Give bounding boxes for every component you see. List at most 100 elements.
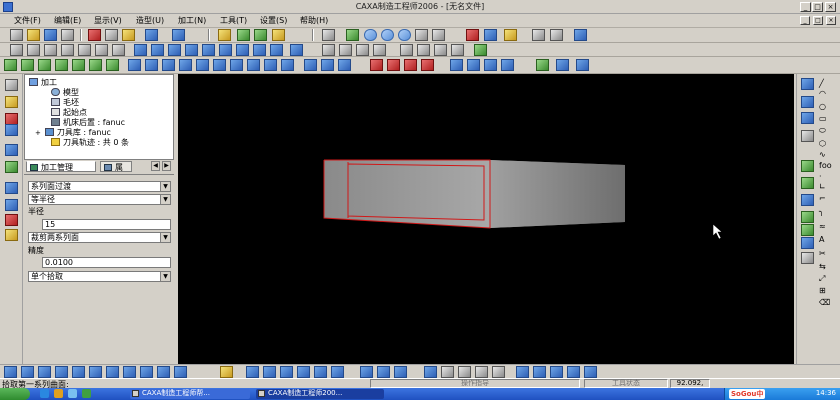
ie-quicklaunch-icon[interactable] <box>40 389 49 398</box>
conic-icon[interactable] <box>151 44 164 56</box>
toolpath-icon[interactable] <box>5 199 18 211</box>
media-quicklaunch-icon[interactable] <box>82 389 91 398</box>
simulation-icon[interactable] <box>5 214 18 226</box>
trajectory-join-icon[interactable] <box>801 211 814 223</box>
tab-machining-manager[interactable]: 加工管理 <box>26 161 96 172</box>
wireframe-icon[interactable] <box>484 29 497 41</box>
view-side-icon[interactable] <box>434 44 447 56</box>
properties-icon[interactable] <box>532 29 545 41</box>
menu-file[interactable]: 文件(F) <box>12 15 43 26</box>
edit-tool-8-icon[interactable] <box>492 366 505 378</box>
minimize-button[interactable]: _ <box>800 2 811 12</box>
mirror-tool-icon[interactable]: ⇆ <box>819 262 826 271</box>
ellipse-tool-icon[interactable]: ⬭ <box>819 126 826 136</box>
formula-tool-label[interactable]: foo <box>819 161 832 170</box>
select-arrow-icon[interactable] <box>5 79 18 91</box>
fillet-tool-icon[interactable]: ╮ <box>819 207 824 216</box>
display-window-icon[interactable] <box>322 29 335 41</box>
chamfer-icon[interactable] <box>290 44 303 56</box>
hook-tool-icon[interactable]: ⌐ <box>819 194 826 203</box>
surface-blend-icon[interactable] <box>264 59 277 71</box>
pick-mode-select[interactable]: 单个拾取 ▼ <box>28 271 171 282</box>
zoom-window-icon[interactable] <box>364 29 377 41</box>
mdi-close-button[interactable]: × <box>826 16 836 25</box>
light-icon[interactable] <box>218 29 231 41</box>
model-side-face[interactable] <box>490 160 625 228</box>
extrude-surface-icon[interactable] <box>4 59 17 71</box>
folder-quicklaunch-icon[interactable] <box>54 389 63 398</box>
orthogonal-icon[interactable] <box>373 44 386 56</box>
arc-tool-icon[interactable]: ◠ <box>819 89 826 98</box>
arc-icon[interactable] <box>44 44 57 56</box>
render-icon[interactable] <box>504 29 517 41</box>
point-tool-icon[interactable]: · <box>819 172 822 181</box>
close-button[interactable]: × <box>825 2 836 12</box>
menu-help[interactable]: 帮助(H) <box>298 15 330 26</box>
surface-tool-1-icon[interactable] <box>4 366 17 378</box>
boundary-surface-icon[interactable] <box>89 59 102 71</box>
edit-tool-11-icon[interactable] <box>550 366 563 378</box>
surface-uv-icon[interactable] <box>450 59 463 71</box>
equidistance-icon[interactable] <box>168 44 181 56</box>
tree-item-toolpaths[interactable]: 刀具轨迹 : 共 0 条 <box>51 137 129 148</box>
tab-properties[interactable]: 属 <box>100 161 132 172</box>
3d-viewport[interactable] <box>178 74 794 364</box>
copy-icon[interactable] <box>105 29 118 41</box>
edit-tool-1-icon[interactable] <box>360 366 373 378</box>
view-iso-icon[interactable] <box>451 44 464 56</box>
undo-icon[interactable] <box>145 29 158 41</box>
surface-tool-7-icon[interactable] <box>106 366 119 378</box>
surface-reverse-icon[interactable] <box>281 59 294 71</box>
grid-icon[interactable] <box>339 44 352 56</box>
zoom-in-icon[interactable] <box>381 29 394 41</box>
offset-surface-icon[interactable] <box>106 59 119 71</box>
rotate-icon[interactable] <box>432 29 445 41</box>
surface-overlap-icon[interactable] <box>230 59 243 71</box>
surface-tool-11-icon[interactable] <box>174 366 187 378</box>
drilling-icon[interactable] <box>801 130 814 142</box>
taskbar-item-caxa[interactable]: CAXA制造工程师200... <box>256 389 384 399</box>
post-process-icon[interactable] <box>5 229 18 241</box>
offset-tool-icon[interactable]: ≈ <box>819 222 826 231</box>
redo-icon[interactable] <box>172 29 185 41</box>
edge-curve-icon[interactable] <box>556 59 569 71</box>
edit-tool-10-icon[interactable] <box>533 366 546 378</box>
radius-input[interactable]: 15 <box>42 219 171 230</box>
panel-icon[interactable] <box>5 124 18 136</box>
trim-icon[interactable] <box>219 44 232 56</box>
delete-tool-icon[interactable]: ⌫ <box>819 298 830 307</box>
trajectory-copy-icon[interactable] <box>801 224 814 236</box>
surface-tool-8-icon[interactable] <box>123 366 136 378</box>
menu-settings[interactable]: 设置(S) <box>258 15 289 26</box>
mesh-surface-icon[interactable] <box>72 59 85 71</box>
shading-icon[interactable] <box>466 29 479 41</box>
color-icon[interactable] <box>272 29 285 41</box>
chevron-down-icon[interactable]: ▼ <box>160 272 170 281</box>
ime-indicator[interactable]: SoGou中 <box>729 389 766 399</box>
circle-icon[interactable] <box>61 44 74 56</box>
feature-icon[interactable] <box>5 144 18 156</box>
finishing-icon[interactable] <box>801 112 814 124</box>
new-file-icon[interactable] <box>10 29 23 41</box>
translate-icon[interactable] <box>404 59 417 71</box>
gcode-icon[interactable] <box>801 252 814 264</box>
curve-tool-5-icon[interactable] <box>297 366 310 378</box>
paste-icon[interactable] <box>122 29 135 41</box>
transform-icon[interactable] <box>370 59 383 71</box>
tab-scroll-left-icon[interactable]: ◀ <box>151 161 160 171</box>
stitch-surface-icon[interactable] <box>179 59 192 71</box>
formula-curve-icon[interactable] <box>185 44 198 56</box>
machining-icon[interactable] <box>5 182 18 194</box>
text-tool-icon[interactable]: A <box>819 235 824 244</box>
menu-tools[interactable]: 工具(T) <box>218 15 249 26</box>
polygon-tool-icon[interactable]: ⬡ <box>819 139 826 148</box>
layer-icon[interactable] <box>237 29 250 41</box>
edit-tool-3-icon[interactable] <box>394 366 407 378</box>
text-curve-icon[interactable] <box>202 44 215 56</box>
menu-view[interactable]: 显示(V) <box>92 15 124 26</box>
print-icon[interactable] <box>61 29 74 41</box>
snap-icon[interactable] <box>356 44 369 56</box>
scale-tool-icon[interactable]: ⤢ <box>819 274 825 284</box>
point-icon[interactable] <box>10 44 23 56</box>
precision-input[interactable]: 0.0100 <box>42 257 171 268</box>
